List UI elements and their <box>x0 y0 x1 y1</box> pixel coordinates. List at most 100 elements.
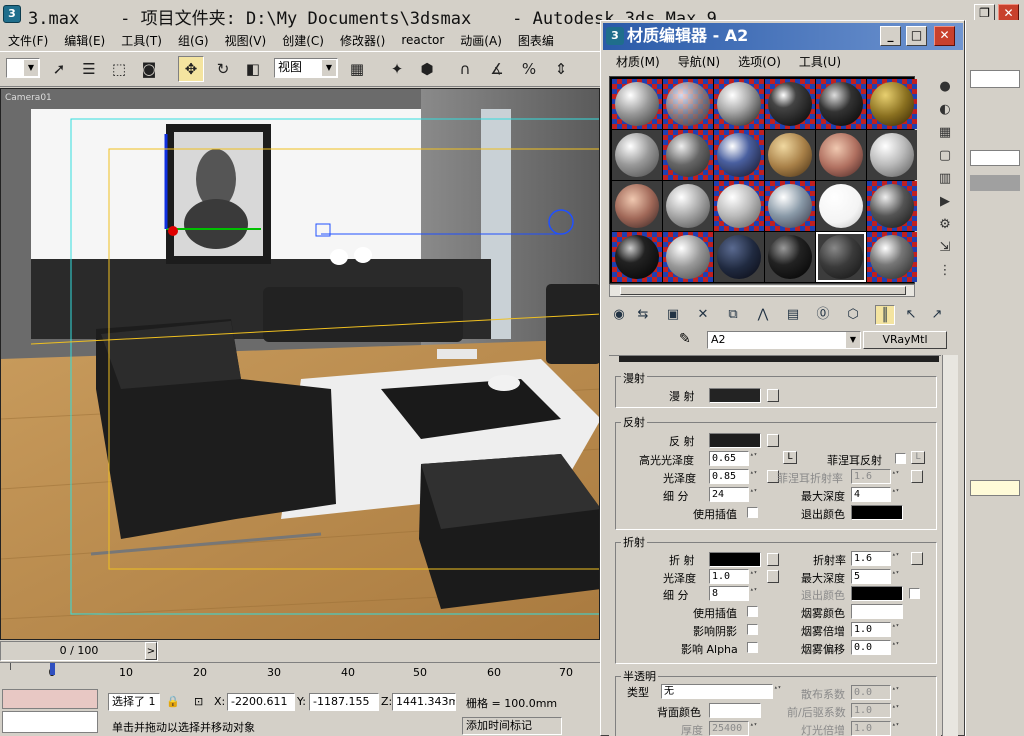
refr-gloss-spinner[interactable]: 1.0 <box>709 569 760 584</box>
menu-tools[interactable]: 工具(T) <box>113 32 170 49</box>
ior-spinner[interactable]: 1.6 <box>851 551 902 566</box>
maxscript-listener[interactable] <box>2 689 98 709</box>
track-bar[interactable]: 0 10 20 30 40 50 60 70 <box>0 662 600 687</box>
refl-interp-checkbox[interactable] <box>747 507 758 518</box>
scatter-coef-spinner[interactable]: 0.0 <box>851 685 902 700</box>
add-time-tag[interactable]: 添加时间标记 <box>462 717 562 735</box>
sample-slot[interactable] <box>663 130 713 180</box>
make-unique-icon[interactable]: ⋀ <box>753 305 773 325</box>
lock-selection-icon[interactable]: 🔒 <box>166 695 180 708</box>
refr-interp-checkbox[interactable] <box>747 606 758 617</box>
put-to-scene-icon[interactable]: ⇆ <box>633 305 653 325</box>
menu-edit[interactable]: 编辑(E) <box>56 32 113 49</box>
refr-exit-color-checkbox[interactable] <box>909 588 920 599</box>
current-frame-marker[interactable] <box>50 663 55 675</box>
sample-slot[interactable] <box>612 79 662 129</box>
sample-slot[interactable] <box>612 130 662 180</box>
refr-gloss-map-button[interactable] <box>767 570 779 583</box>
hilight-gloss-spinner[interactable]: 0.65 <box>709 451 760 466</box>
select-move-icon[interactable]: ✥ <box>178 56 204 82</box>
material-name-field[interactable]: A2 <box>707 331 861 349</box>
assign-to-selection-icon[interactable]: ▣ <box>663 305 683 325</box>
hilight-lock-button[interactable]: L <box>783 451 797 464</box>
time-slider[interactable]: 0 / 100 > <box>0 641 158 661</box>
affect-shadows-checkbox[interactable] <box>747 624 758 635</box>
pivot-center-icon[interactable]: ▦ <box>344 56 370 82</box>
3dsmax-app-icon[interactable]: 3 <box>3 5 21 23</box>
material-navigator-icon[interactable]: ⋮ <box>934 260 956 282</box>
sample-slot[interactable] <box>714 79 764 129</box>
go-forward-sibling-icon[interactable]: ↗ <box>927 305 947 325</box>
fresnel-checkbox[interactable] <box>895 453 906 464</box>
slots-scroll-thumb[interactable] <box>620 286 906 295</box>
angle-snap-icon[interactable]: ∡ <box>484 56 510 82</box>
back-color-swatch[interactable] <box>709 703 761 718</box>
reflect-color-swatch[interactable] <box>709 433 761 448</box>
modifier-list-combo[interactable] <box>970 150 1020 166</box>
backlight-icon[interactable]: ◐ <box>934 99 956 121</box>
select-rotate-icon[interactable]: ↻ <box>210 56 236 82</box>
sample-slot[interactable] <box>663 232 713 282</box>
menu-create[interactable]: 创建(C) <box>274 32 332 49</box>
close-icon[interactable]: ✕ <box>934 26 955 46</box>
refract-color-swatch[interactable] <box>709 552 761 567</box>
sample-slot[interactable] <box>765 232 815 282</box>
sample-slot[interactable] <box>816 181 866 231</box>
menu-modifiers[interactable]: 修改器() <box>332 32 393 49</box>
make-preview-icon[interactable]: ▶ <box>934 191 956 213</box>
background-checker-icon[interactable]: ▦ <box>934 122 956 144</box>
me-menu-utilities[interactable]: 工具(U) <box>790 52 850 72</box>
fresnel-ior-spinner[interactable]: 1.6 <box>851 469 902 484</box>
diffuse-color-swatch[interactable] <box>709 388 761 403</box>
refl-gloss-spinner[interactable]: 0.85 <box>709 469 760 484</box>
select-by-name-icon[interactable]: ☰ <box>76 56 102 82</box>
sample-slot[interactable] <box>714 130 764 180</box>
reflect-map-button[interactable] <box>767 434 779 447</box>
window-crossing-icon[interactable]: ◙ <box>136 56 162 82</box>
viewport-label[interactable]: Camera01 <box>5 93 52 103</box>
reset-material-icon[interactable]: ✕ <box>693 305 713 325</box>
maximize-icon[interactable]: □ <box>906 26 927 46</box>
z-coordinate[interactable]: 1441.343m <box>392 693 456 711</box>
select-by-material-icon[interactable]: ⇲ <box>934 237 956 259</box>
sample-slot[interactable] <box>765 130 815 180</box>
minimize-icon[interactable]: _ <box>880 26 901 46</box>
menu-reactor[interactable]: reactor <box>393 33 452 47</box>
fog-bias-spinner[interactable]: 0.0 <box>851 640 902 655</box>
sample-slot[interactable] <box>714 232 764 282</box>
put-to-library-icon[interactable]: ▤ <box>783 305 803 325</box>
menu-group[interactable]: 组(G) <box>170 32 217 49</box>
sample-uv-tiling-icon[interactable]: ▢ <box>934 145 956 167</box>
manipulate-icon[interactable]: ✦ <box>384 56 410 82</box>
affect-alpha-checkbox[interactable] <box>747 642 758 653</box>
me-menu-options[interactable]: 选项(O) <box>729 52 790 72</box>
x-coordinate[interactable]: -2200.611 <box>227 693 295 711</box>
next-frame-icon[interactable]: > <box>145 642 157 660</box>
make-copy-icon[interactable]: ⧉ <box>723 305 743 325</box>
get-material-icon[interactable]: ◉ <box>609 305 629 325</box>
menu-views[interactable]: 视图(V) <box>217 32 275 49</box>
go-to-parent-icon[interactable]: ↖ <box>901 305 921 325</box>
modifier-stack[interactable] <box>970 175 1020 191</box>
sample-slot[interactable] <box>867 181 917 231</box>
refr-subdivs-spinner[interactable]: 8 <box>709 586 760 601</box>
me-menu-material[interactable]: 材质(M) <box>607 52 669 72</box>
select-scale-icon[interactable]: ◧ <box>240 56 266 82</box>
menu-animation[interactable]: 动画(A) <box>452 32 510 49</box>
sample-slot[interactable] <box>663 181 713 231</box>
sample-slot[interactable] <box>765 79 815 129</box>
object-name-field[interactable] <box>970 70 1020 88</box>
fresnel-ior-map-button[interactable] <box>911 470 923 483</box>
refl-subdivs-spinner[interactable]: 24 <box>709 487 760 502</box>
keyboard-shortcut-icon[interactable]: ⬢ <box>414 56 440 82</box>
refr-exit-color-swatch[interactable] <box>851 586 903 601</box>
pick-material-icon[interactable]: ✎ <box>679 331 691 347</box>
parameters-scrollbar[interactable] <box>942 355 958 736</box>
sample-slot-active[interactable] <box>816 232 866 282</box>
sample-slot[interactable] <box>663 79 713 129</box>
sample-slot[interactable] <box>867 130 917 180</box>
select-icon[interactable]: ➚ <box>46 56 72 82</box>
thickness-spinner[interactable]: 25400 <box>709 721 760 736</box>
refl-exit-color-swatch[interactable] <box>851 505 903 520</box>
translucency-type-select[interactable]: 无 <box>661 684 784 699</box>
